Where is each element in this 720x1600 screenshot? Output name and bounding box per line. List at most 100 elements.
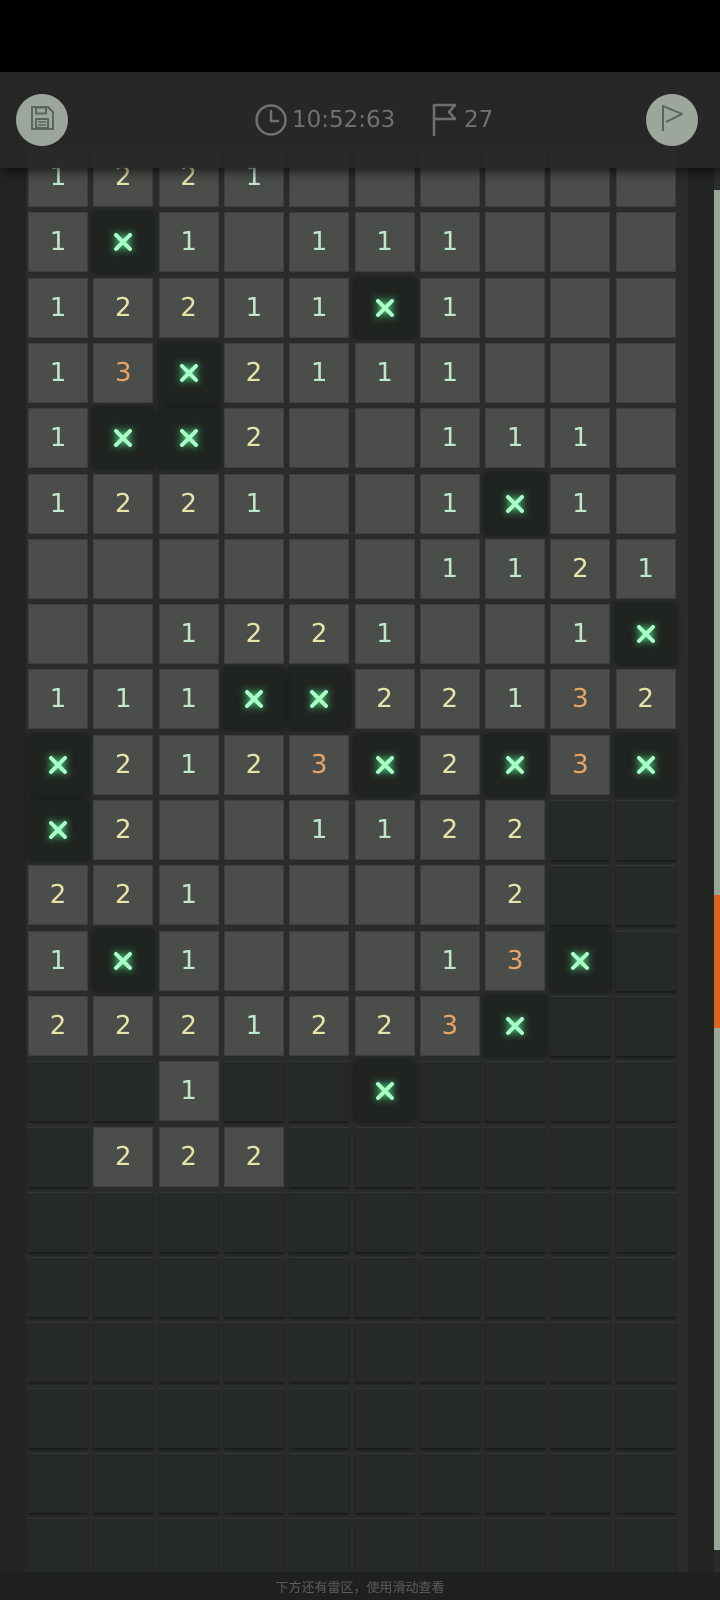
empty-tile[interactable] bbox=[289, 865, 350, 926]
hidden-tile[interactable] bbox=[550, 1387, 611, 1448]
hidden-tile[interactable] bbox=[615, 1257, 676, 1318]
number-tile[interactable]: 2 bbox=[223, 1126, 284, 1187]
hidden-tile[interactable] bbox=[485, 1126, 546, 1187]
mine-tile[interactable] bbox=[158, 408, 219, 469]
number-tile[interactable]: 1 bbox=[419, 342, 480, 403]
empty-tile[interactable] bbox=[485, 212, 546, 273]
number-tile[interactable]: 1 bbox=[93, 669, 154, 730]
hidden-tile[interactable] bbox=[354, 1387, 415, 1448]
hidden-tile[interactable] bbox=[289, 1518, 350, 1579]
hidden-tile[interactable] bbox=[550, 865, 611, 926]
empty-tile[interactable] bbox=[289, 408, 350, 469]
hidden-tile[interactable] bbox=[289, 1453, 350, 1513]
mine-tile[interactable] bbox=[615, 604, 676, 665]
hidden-tile[interactable] bbox=[28, 1126, 88, 1187]
hidden-tile[interactable] bbox=[550, 1126, 611, 1187]
hidden-tile[interactable] bbox=[158, 1257, 219, 1318]
number-tile[interactable]: 2 bbox=[93, 800, 154, 860]
number-tile[interactable]: 1 bbox=[289, 277, 350, 338]
hidden-tile[interactable] bbox=[615, 1322, 676, 1383]
number-tile[interactable]: 2 bbox=[615, 669, 676, 730]
number-tile[interactable]: 2 bbox=[289, 995, 350, 1056]
empty-tile[interactable] bbox=[615, 212, 676, 273]
empty-tile[interactable] bbox=[289, 473, 350, 534]
hidden-tile[interactable] bbox=[158, 1191, 219, 1252]
mine-tile[interactable] bbox=[223, 669, 284, 730]
hidden-tile[interactable] bbox=[485, 1518, 546, 1579]
hidden-tile[interactable] bbox=[419, 1126, 480, 1187]
number-tile[interactable]: 1 bbox=[158, 212, 219, 273]
empty-tile[interactable] bbox=[354, 473, 415, 534]
number-tile[interactable]: 2 bbox=[93, 1126, 154, 1187]
hidden-tile[interactable] bbox=[485, 1387, 546, 1448]
hidden-tile[interactable] bbox=[419, 1322, 480, 1383]
number-tile[interactable]: 1 bbox=[158, 930, 219, 991]
number-tile[interactable]: 2 bbox=[419, 734, 480, 795]
hidden-tile[interactable] bbox=[28, 1061, 88, 1122]
number-tile[interactable]: 1 bbox=[158, 1061, 219, 1122]
hidden-tile[interactable] bbox=[223, 1518, 284, 1579]
number-tile[interactable]: 2 bbox=[93, 277, 154, 338]
hidden-tile[interactable] bbox=[615, 995, 676, 1056]
number-tile[interactable]: 1 bbox=[419, 277, 480, 338]
hidden-tile[interactable] bbox=[550, 1518, 611, 1579]
hidden-tile[interactable] bbox=[615, 800, 676, 860]
number-tile[interactable]: 1 bbox=[485, 669, 546, 730]
empty-tile[interactable] bbox=[485, 604, 546, 665]
empty-tile[interactable] bbox=[419, 604, 480, 665]
hidden-tile[interactable] bbox=[419, 1453, 480, 1513]
number-tile[interactable]: 1 bbox=[485, 408, 546, 469]
number-tile[interactable]: 3 bbox=[550, 669, 611, 730]
number-tile[interactable]: 2 bbox=[28, 995, 88, 1056]
number-tile[interactable]: 1 bbox=[28, 473, 88, 534]
hidden-tile[interactable] bbox=[485, 1061, 546, 1122]
mine-tile[interactable] bbox=[354, 734, 415, 795]
hidden-tile[interactable] bbox=[485, 1257, 546, 1318]
hidden-tile[interactable] bbox=[223, 1387, 284, 1448]
number-tile[interactable]: 2 bbox=[223, 734, 284, 795]
empty-tile[interactable] bbox=[289, 538, 350, 599]
mine-tile[interactable] bbox=[354, 277, 415, 338]
empty-tile[interactable] bbox=[93, 604, 154, 665]
hidden-tile[interactable] bbox=[485, 1191, 546, 1252]
empty-tile[interactable] bbox=[615, 408, 676, 469]
number-tile[interactable]: 2 bbox=[93, 865, 154, 926]
hidden-tile[interactable] bbox=[289, 1126, 350, 1187]
number-tile[interactable]: 2 bbox=[93, 473, 154, 534]
number-tile[interactable]: 3 bbox=[289, 734, 350, 795]
hidden-tile[interactable] bbox=[289, 1061, 350, 1122]
scrollbar-track[interactable] bbox=[714, 190, 720, 1550]
number-tile[interactable]: 2 bbox=[550, 538, 611, 599]
mine-tile[interactable] bbox=[93, 212, 154, 273]
number-tile[interactable]: 2 bbox=[223, 604, 284, 665]
empty-tile[interactable] bbox=[354, 408, 415, 469]
hidden-tile[interactable] bbox=[93, 1518, 154, 1579]
number-tile[interactable]: 1 bbox=[354, 800, 415, 860]
hidden-tile[interactable] bbox=[615, 1126, 676, 1187]
hidden-tile[interactable] bbox=[550, 800, 611, 860]
mine-tile[interactable] bbox=[615, 734, 676, 795]
hidden-tile[interactable] bbox=[615, 930, 676, 991]
number-tile[interactable]: 1 bbox=[289, 800, 350, 860]
hidden-tile[interactable] bbox=[419, 1387, 480, 1448]
mine-tile[interactable] bbox=[550, 930, 611, 991]
mine-tile[interactable] bbox=[485, 734, 546, 795]
empty-tile[interactable] bbox=[223, 800, 284, 860]
empty-tile[interactable] bbox=[158, 800, 219, 860]
hidden-tile[interactable] bbox=[28, 1453, 88, 1513]
mine-tile[interactable] bbox=[485, 473, 546, 534]
number-tile[interactable]: 1 bbox=[354, 212, 415, 273]
number-tile[interactable]: 3 bbox=[419, 995, 480, 1056]
number-tile[interactable]: 1 bbox=[28, 277, 88, 338]
hidden-tile[interactable] bbox=[93, 1191, 154, 1252]
hidden-tile[interactable] bbox=[289, 1387, 350, 1448]
hidden-tile[interactable] bbox=[28, 1257, 88, 1318]
hidden-tile[interactable] bbox=[550, 1061, 611, 1122]
number-tile[interactable]: 1 bbox=[158, 865, 219, 926]
hidden-tile[interactable] bbox=[615, 1191, 676, 1252]
hidden-tile[interactable] bbox=[28, 1322, 88, 1383]
hidden-tile[interactable] bbox=[28, 1191, 88, 1252]
number-tile[interactable]: 1 bbox=[615, 538, 676, 599]
number-tile[interactable]: 1 bbox=[223, 277, 284, 338]
number-tile[interactable]: 2 bbox=[158, 277, 219, 338]
